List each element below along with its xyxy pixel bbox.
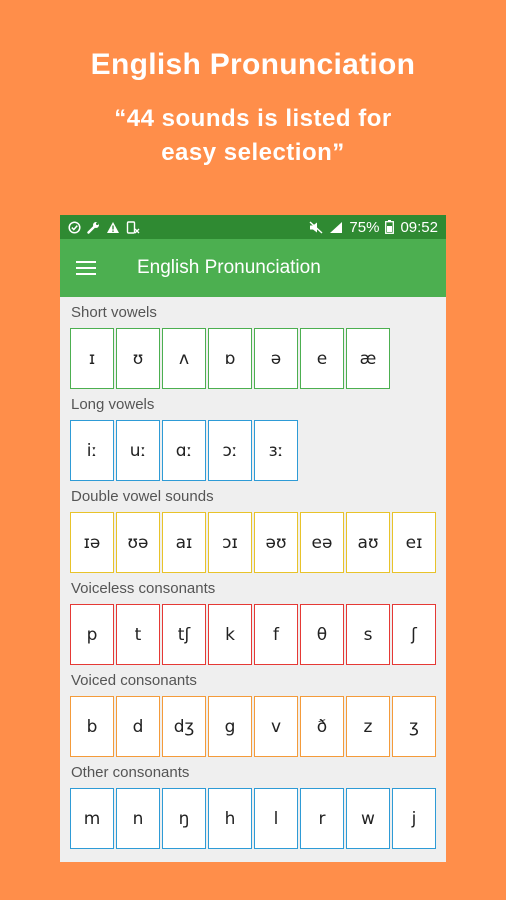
sound-button[interactable]: ɑː xyxy=(162,420,206,481)
mute-icon xyxy=(309,220,323,234)
promo-title: English Pronunciation xyxy=(90,48,416,81)
sound-button[interactable]: ɪ xyxy=(70,328,114,389)
section-label-other-consonants: Other consonants xyxy=(71,764,190,781)
sound-button[interactable]: j xyxy=(392,788,436,849)
sound-button[interactable]: ɔɪ xyxy=(208,512,252,573)
device-icon xyxy=(126,220,140,234)
app-title: English Pronunciation xyxy=(137,257,321,278)
sound-button[interactable]: ʊə xyxy=(116,512,160,573)
sound-button[interactable]: r xyxy=(300,788,344,849)
voiceless-consonants-row: p t tʃ k f θ s ʃ xyxy=(70,604,436,665)
sound-button[interactable]: eə xyxy=(300,512,344,573)
promo-subtitle-line-2: easy selection” xyxy=(161,139,345,166)
signal-icon xyxy=(330,221,343,233)
section-label-voiceless-consonants: Voiceless consonants xyxy=(71,580,216,597)
sound-button[interactable]: ŋ xyxy=(162,788,206,849)
sound-button[interactable]: θ xyxy=(300,604,344,665)
sound-list: Short vowels ɪ ʊ ʌ ɒ ə e æ Long vowels i… xyxy=(60,297,446,849)
section-label-long-vowels: Long vowels xyxy=(71,396,155,413)
sound-button[interactable]: w xyxy=(346,788,390,849)
sound-button[interactable]: uː xyxy=(116,420,160,481)
sound-button[interactable]: ð xyxy=(300,696,344,757)
sound-button[interactable]: t xyxy=(116,604,160,665)
sound-button[interactable]: ɔː xyxy=(208,420,252,481)
short-vowels-row: ɪ ʊ ʌ ɒ ə e æ xyxy=(70,328,436,389)
section-label-double-vowels: Double vowel sounds xyxy=(71,488,214,505)
double-vowels-row: ɪə ʊə aɪ ɔɪ əʊ eə aʊ eɪ xyxy=(70,512,436,573)
check-circle-icon xyxy=(68,220,81,234)
sound-button[interactable]: p xyxy=(70,604,114,665)
sound-button[interactable]: z xyxy=(346,696,390,757)
sound-button[interactable]: v xyxy=(254,696,298,757)
sound-button[interactable]: d xyxy=(116,696,160,757)
sound-button[interactable]: ʌ xyxy=(162,328,206,389)
sound-button[interactable]: dʒ xyxy=(162,696,206,757)
sound-button[interactable]: iː xyxy=(70,420,114,481)
menu-button[interactable] xyxy=(60,239,112,297)
sound-button[interactable]: k xyxy=(208,604,252,665)
sound-button[interactable]: ɒ xyxy=(208,328,252,389)
long-vowels-row: iː uː ɑː ɔː ɜː xyxy=(70,420,436,481)
hamburger-menu-icon xyxy=(76,261,96,275)
sound-button[interactable]: h xyxy=(208,788,252,849)
promo-subtitle: “44 sounds is listed for easy selection” xyxy=(0,102,506,170)
status-right-icons: 75% 09:52 xyxy=(309,219,438,236)
sound-button[interactable]: f xyxy=(254,604,298,665)
sound-button[interactable]: ə xyxy=(254,328,298,389)
battery-icon xyxy=(385,220,395,234)
sound-button[interactable]: l xyxy=(254,788,298,849)
sound-button[interactable]: eɪ xyxy=(392,512,436,573)
other-consonants-row: m n ŋ h l r w j xyxy=(70,788,436,849)
battery-percent: 75% xyxy=(349,218,380,236)
sound-button[interactable]: ɪə xyxy=(70,512,114,573)
warning-icon xyxy=(107,221,119,233)
sound-button[interactable]: ʃ xyxy=(392,604,436,665)
section-label-short-vowels: Short vowels xyxy=(71,304,157,321)
sound-button[interactable]: n xyxy=(116,788,160,849)
promo-subtitle-line-1: “44 sounds is listed for xyxy=(114,105,392,132)
sound-button[interactable]: ʊ xyxy=(116,328,160,389)
status-bar: 75% 09:52 xyxy=(60,215,446,239)
sound-button[interactable]: æ xyxy=(346,328,390,389)
sound-button[interactable]: b xyxy=(70,696,114,757)
sound-button[interactable]: m xyxy=(70,788,114,849)
wrench-icon xyxy=(87,221,99,234)
voiced-consonants-row: b d dʒ g v ð z ʒ xyxy=(70,696,436,757)
sound-button[interactable]: əʊ xyxy=(254,512,298,573)
sound-button[interactable]: aɪ xyxy=(162,512,206,573)
sound-button[interactable]: s xyxy=(346,604,390,665)
section-label-voiced-consonants: Voiced consonants xyxy=(71,672,197,689)
status-time: 09:52 xyxy=(400,218,438,236)
sound-button[interactable]: ɜː xyxy=(254,420,298,481)
phone-screen: 75% 09:52 English Pronunciation Short vo… xyxy=(60,215,446,862)
sound-button[interactable]: g xyxy=(208,696,252,757)
status-left-icons xyxy=(68,220,140,234)
sound-button[interactable]: ʒ xyxy=(392,696,436,757)
sound-button[interactable]: aʊ xyxy=(346,512,390,573)
sound-button[interactable]: tʃ xyxy=(162,604,206,665)
sound-button[interactable]: e xyxy=(300,328,344,389)
app-toolbar: English Pronunciation xyxy=(60,239,446,297)
